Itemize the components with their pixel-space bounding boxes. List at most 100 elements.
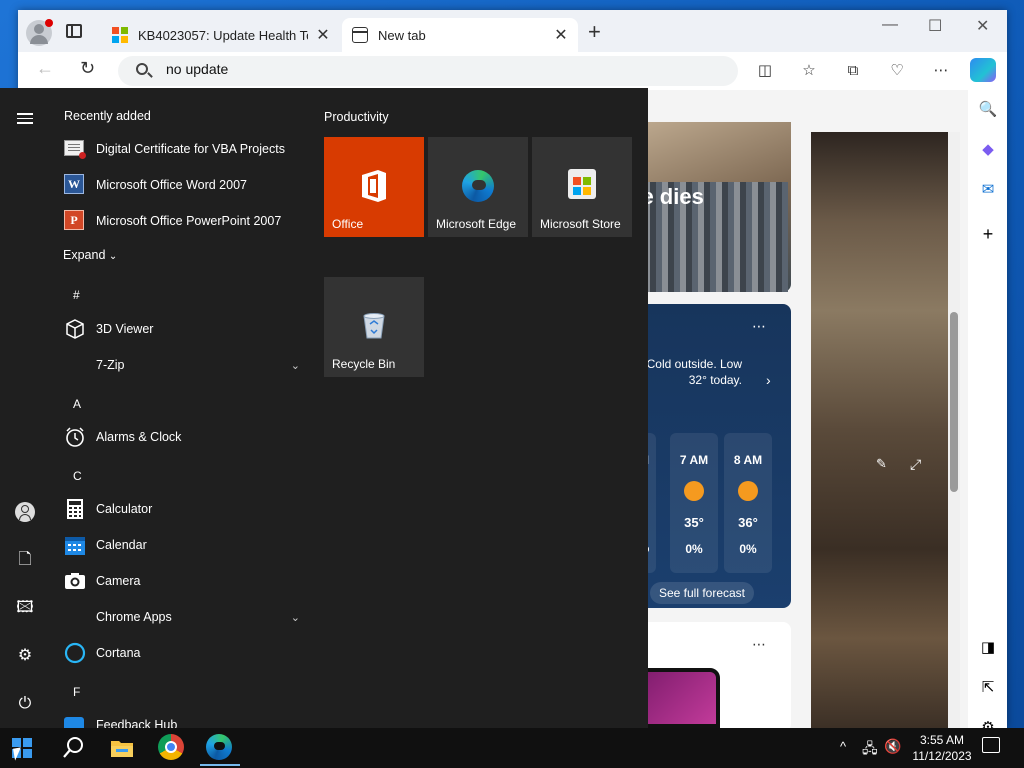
office-icon: [360, 169, 388, 203]
hamburger-menu-icon[interactable]: [15, 110, 35, 130]
tiles-area: Productivity Office Microsoft Edge Micro…: [310, 88, 648, 728]
app-chrome-apps-folder[interactable]: Chrome Apps ⌄: [50, 599, 310, 635]
recently-added-heading: Recently added: [64, 109, 151, 123]
app-alarms-clock[interactable]: Alarms & Clock: [50, 419, 310, 455]
outlook-icon[interactable]: ✉: [978, 180, 998, 200]
volume-muted-icon[interactable]: 🔇: [884, 738, 901, 755]
new-tab-icon: [352, 27, 368, 43]
start-rail: 🗋 🖾 ⚙ ⏻: [0, 88, 50, 728]
hourly-forecast: 7 AM 35° 0%: [670, 433, 718, 573]
user-account-icon[interactable]: [15, 502, 35, 522]
store-icon: [568, 169, 596, 199]
tab-new-tab[interactable]: New tab ✕: [342, 18, 578, 52]
address-input[interactable]: [166, 61, 666, 77]
network-icon[interactable]: 🖧: [862, 738, 878, 762]
app-powerpoint-2007[interactable]: P Microsoft Office PowerPoint 2007: [50, 203, 310, 239]
app-cortana[interactable]: Cortana: [50, 635, 310, 671]
calendar-icon: [64, 534, 86, 556]
power-icon[interactable]: ⏻: [15, 694, 35, 714]
open-external-icon[interactable]: ⇱: [978, 678, 998, 698]
search-icon[interactable]: [60, 734, 88, 762]
expand-button[interactable]: Expand ⌄: [63, 248, 117, 262]
more-options-icon[interactable]: ⋯: [752, 636, 766, 653]
split-screen-icon[interactable]: ◫: [756, 62, 774, 80]
3d-viewer-icon: [64, 318, 86, 340]
browser-essentials-icon[interactable]: ♡: [888, 62, 906, 80]
add-sidebar-icon[interactable]: +: [978, 224, 998, 244]
close-tab-icon[interactable]: ✕: [314, 25, 332, 45]
tile-microsoft-store[interactable]: Microsoft Store: [532, 137, 632, 237]
feedback-hub-icon: [64, 714, 86, 728]
favorites-icon[interactable]: ☆: [800, 62, 818, 80]
chevron-down-icon: ⌄: [108, 251, 118, 262]
app-feedback-hub[interactable]: Feedback Hub: [50, 707, 310, 728]
close-tab-icon[interactable]: ✕: [552, 25, 570, 45]
tab-kb4023057[interactable]: KB4023057: Update Health Tools ✕: [102, 18, 340, 52]
clock-date: 11/12/2023: [912, 749, 972, 763]
tile-office[interactable]: Office: [324, 137, 424, 237]
chevron-right-icon[interactable]: ›: [766, 372, 771, 388]
hourly-forecast: 8 AM 36° 0%: [724, 433, 772, 573]
tile-recycle-bin[interactable]: Recycle Bin: [324, 277, 424, 377]
settings-icon[interactable]: ⚙: [15, 646, 35, 666]
clock-time: 3:55 AM: [919, 733, 965, 747]
group-letter[interactable]: A: [73, 397, 81, 411]
group-letter[interactable]: F: [73, 685, 80, 699]
show-hidden-icons-icon[interactable]: ^: [840, 739, 846, 754]
active-app-indicator: [200, 764, 240, 766]
tile-microsoft-edge[interactable]: Microsoft Edge: [428, 137, 528, 237]
powerpoint-icon: P: [64, 210, 86, 232]
recycle-bin-icon: [361, 311, 387, 339]
notifications-icon[interactable]: [982, 737, 1000, 753]
edge-sidebar: 🔍 ◆ ✉ + ◨ ⇱ ⚙: [968, 90, 1007, 736]
copilot-icon[interactable]: [970, 58, 996, 82]
close-window-button[interactable]: ✕: [976, 16, 989, 36]
app-7-zip-folder[interactable]: 7-Zip ⌄: [50, 347, 310, 383]
group-letter[interactable]: C: [73, 469, 82, 483]
edge-icon: [462, 170, 494, 202]
calculator-icon: [64, 498, 86, 520]
profile-avatar-icon[interactable]: [26, 19, 53, 46]
app-calendar[interactable]: Calendar: [50, 527, 310, 563]
app-calculator[interactable]: Calculator: [50, 491, 310, 527]
tab-actions-icon[interactable]: [66, 24, 82, 38]
more-options-icon[interactable]: ⋯: [752, 318, 766, 335]
address-bar[interactable]: [118, 56, 738, 86]
see-full-forecast-link[interactable]: See full forecast: [650, 582, 754, 604]
more-options-icon[interactable]: ⋯: [932, 62, 950, 80]
copilot-sidebar-icon[interactable]: ◆: [978, 140, 998, 160]
app-camera[interactable]: Camera: [50, 563, 310, 599]
chevron-down-icon: ⌄: [290, 359, 300, 372]
microsoft-logo-icon: [112, 27, 128, 43]
app-3d-viewer[interactable]: 3D Viewer: [50, 311, 310, 347]
customize-icon[interactable]: ✎: [876, 456, 887, 472]
tab-title: KB4023057: Update Health Tools: [138, 27, 308, 43]
search-icon[interactable]: 🔍: [978, 100, 998, 120]
maximize-button[interactable]: ☐: [928, 16, 942, 36]
back-icon[interactable]: ←: [36, 58, 54, 79]
cortana-icon: [64, 642, 86, 664]
refresh-icon[interactable]: ↻: [80, 58, 95, 79]
alarm-clock-icon: [64, 426, 86, 448]
edge-icon[interactable]: [206, 734, 234, 762]
group-letter[interactable]: #: [73, 288, 80, 302]
documents-icon[interactable]: 🗋: [15, 550, 35, 570]
minimize-button[interactable]: —: [882, 16, 898, 34]
expand-icon[interactable]: ⤢: [910, 456, 921, 473]
pictures-icon[interactable]: 🖾: [15, 598, 35, 618]
app-digital-certificate[interactable]: Digital Certificate for VBA Projects: [50, 131, 310, 167]
certificate-icon: [64, 138, 86, 160]
chevron-down-icon: ⌄: [290, 611, 300, 624]
hide-sidebar-icon[interactable]: ◨: [978, 638, 998, 658]
system-clock[interactable]: 3:55 AM 11/12/2023: [902, 732, 982, 764]
new-tab-plus-icon[interactable]: +: [588, 21, 601, 43]
background-image: [811, 132, 948, 728]
tiles-group-heading: Productivity: [324, 110, 389, 124]
search-icon: [136, 63, 148, 75]
file-explorer-icon[interactable]: [108, 734, 136, 762]
scrollbar[interactable]: [948, 132, 960, 728]
app-word-2007[interactable]: W Microsoft Office Word 2007: [50, 167, 310, 203]
collections-icon[interactable]: ⧉: [844, 62, 862, 80]
chrome-icon[interactable]: [158, 734, 186, 762]
sun-icon: [738, 481, 758, 501]
